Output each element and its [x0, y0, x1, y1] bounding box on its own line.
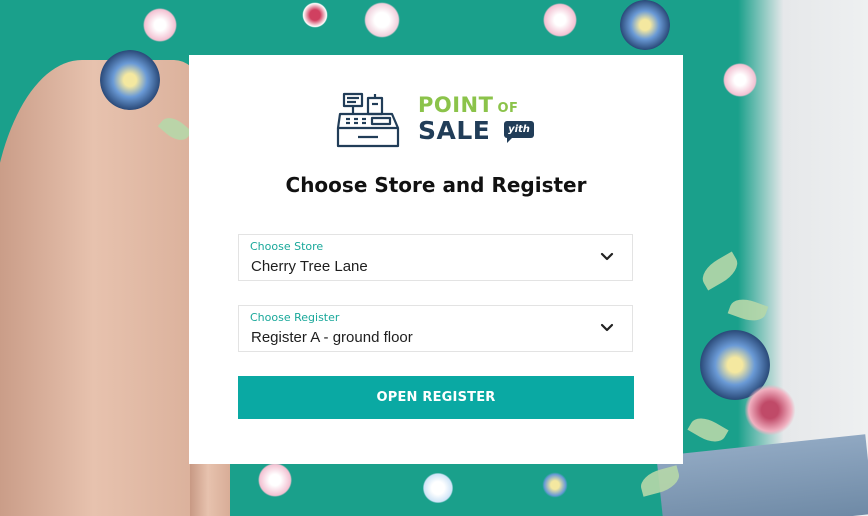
- cash-register-icon: [336, 92, 400, 148]
- register-selection-card: POINT OF SALE yith Choose Store and Regis…: [189, 55, 683, 464]
- background-leaf: [687, 412, 729, 448]
- background-flower: [255, 460, 295, 500]
- store-select-value: Cherry Tree Lane: [251, 258, 368, 275]
- background-flower: [740, 380, 800, 440]
- point-of-sale-logo: POINT OF SALE yith: [336, 92, 536, 152]
- store-select[interactable]: Choose Store Cherry Tree Lane: [238, 234, 633, 281]
- logo-text-sale: SALE: [418, 116, 491, 145]
- page-title: Choose Store and Register: [285, 173, 587, 197]
- chevron-down-icon[interactable]: [600, 321, 614, 335]
- chevron-down-icon[interactable]: [600, 250, 614, 264]
- background-jeans: [656, 434, 868, 516]
- yith-badge: yith: [504, 121, 534, 143]
- logo-text-point: POINT OF: [418, 93, 519, 117]
- background-flower: [360, 0, 404, 40]
- background-flower: [540, 470, 570, 500]
- background-leaf: [697, 251, 743, 291]
- open-register-button[interactable]: OPEN REGISTER: [238, 376, 634, 419]
- background-flower: [420, 470, 456, 506]
- background-flower: [100, 50, 160, 110]
- register-select[interactable]: Choose Register Register A - ground floo…: [238, 305, 633, 352]
- background-flower: [620, 0, 670, 50]
- register-select-value: Register A - ground floor: [251, 329, 413, 346]
- background-flower: [300, 0, 330, 30]
- background-flower: [140, 5, 180, 45]
- background-flower: [720, 60, 760, 100]
- store-select-label: Choose Store: [250, 240, 324, 253]
- background-flower: [540, 0, 580, 40]
- register-select-label: Choose Register: [250, 311, 340, 324]
